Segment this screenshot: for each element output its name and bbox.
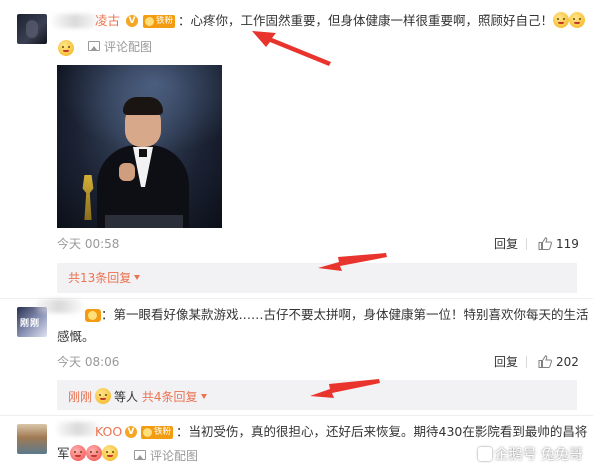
red-arrow-icon — [252, 31, 331, 66]
watermark-text: 企鹅号 兔兔哥 — [494, 447, 583, 463]
annotation-arrows — [252, 31, 387, 398]
penguin-logo-icon — [477, 447, 492, 461]
watermark: 企鹅号 兔兔哥 — [477, 447, 583, 463]
red-arrow-icon — [318, 253, 387, 271]
red-arrow-icon — [310, 379, 380, 398]
